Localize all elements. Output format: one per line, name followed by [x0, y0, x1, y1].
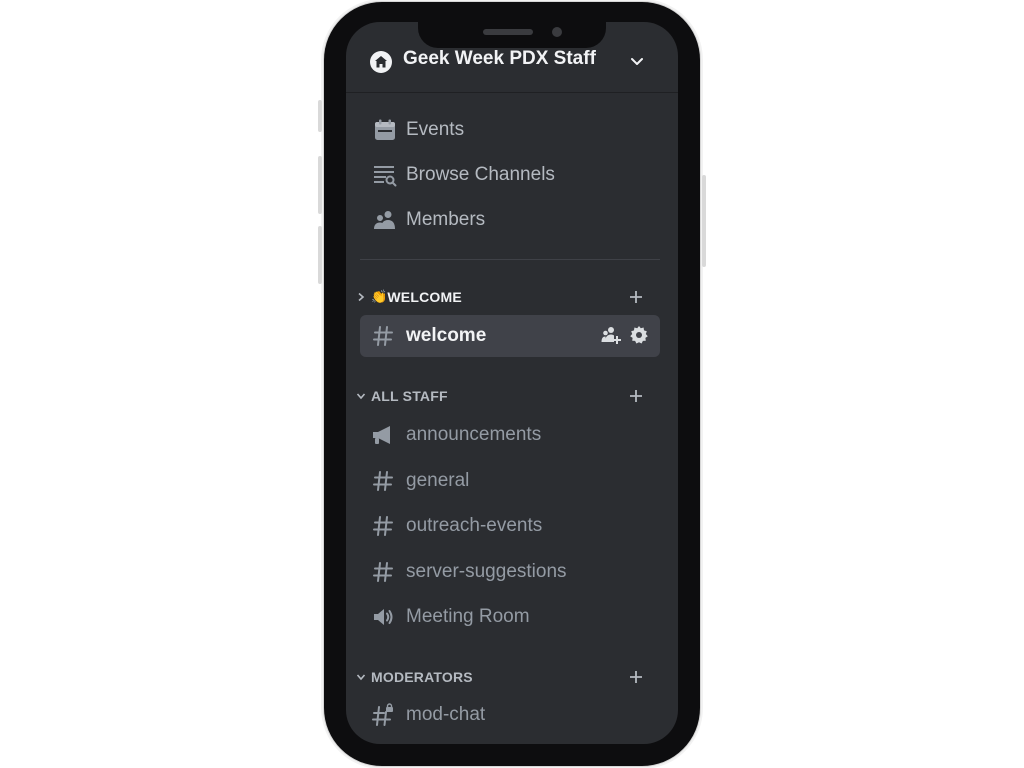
channel-meeting-room[interactable]: Meeting Room	[360, 596, 660, 638]
category-label-all-staff: ALL STAFF	[371, 388, 448, 404]
chevron-down-icon[interactable]	[626, 50, 648, 72]
add-channel-all-staff-button[interactable]	[626, 386, 646, 406]
nav-label-events: Events	[406, 119, 465, 140]
server-icon	[370, 51, 392, 73]
nav-label-members: Members	[406, 209, 486, 230]
nav-item-browse-channels[interactable]: Browse Channels	[372, 160, 555, 190]
channel-outreach-events[interactable]: outreach-events	[360, 505, 660, 547]
category-label-moderators: MODERATORS	[371, 669, 473, 685]
channel-general[interactable]: general	[360, 460, 660, 502]
gear-icon[interactable]	[628, 324, 650, 346]
clapping-hands-emoji: 👏	[371, 289, 388, 304]
browse-channels-icon	[372, 162, 398, 188]
nav-item-events[interactable]: Events	[372, 115, 464, 145]
add-channel-welcome-button[interactable]	[626, 287, 646, 307]
phone-camera	[552, 27, 562, 37]
phone-notch	[418, 18, 606, 48]
locked-hash-icon	[370, 702, 396, 728]
invite-members-icon[interactable]	[600, 324, 622, 346]
channel-announcements[interactable]: announcements	[360, 414, 660, 456]
server-name: Geek Week PDX Staff	[403, 48, 596, 69]
phone-silent-switch	[318, 100, 322, 132]
channel-welcome[interactable]: welcome	[360, 315, 660, 357]
channel-label-announcements: announcements	[406, 424, 542, 445]
server-header[interactable]: Geek Week PDX Staff	[346, 42, 678, 93]
channel-label-outreach-events: outreach-events	[406, 515, 543, 536]
nav-item-members[interactable]: Members	[372, 205, 485, 235]
divider	[360, 259, 660, 260]
channel-mod-chat[interactable]: mod-chat	[360, 694, 660, 736]
add-channel-moderators-button[interactable]	[626, 667, 646, 687]
phone-volume-up-button	[318, 156, 322, 214]
category-moderators[interactable]: MODERATORS	[354, 667, 473, 687]
phone-volume-down-button	[318, 226, 322, 284]
megaphone-icon	[370, 422, 396, 448]
hash-icon	[370, 468, 396, 494]
chevron-right-icon	[354, 292, 368, 302]
chevron-down-icon	[354, 391, 368, 401]
hash-icon	[370, 559, 396, 585]
hash-icon	[370, 323, 396, 349]
speaker-icon	[370, 604, 396, 630]
calendar-icon	[372, 117, 398, 143]
channel-label-mod-chat: mod-chat	[406, 704, 486, 725]
chevron-down-icon	[354, 672, 368, 682]
phone-speaker	[483, 29, 533, 35]
channel-label-general: general	[406, 470, 470, 491]
members-icon	[372, 207, 398, 233]
channel-label-server-suggestions: server-suggestions	[406, 561, 567, 582]
channel-label-welcome: welcome	[406, 325, 487, 346]
category-all-staff[interactable]: ALL STAFF	[354, 386, 448, 406]
channel-server-suggestions[interactable]: server-suggestions	[360, 551, 660, 593]
phone-power-button	[702, 175, 706, 267]
hash-icon	[370, 513, 396, 539]
category-welcome[interactable]: 👏 WELCOME	[354, 287, 462, 307]
category-label-welcome: WELCOME	[387, 289, 462, 305]
nav-label-browse-channels: Browse Channels	[406, 164, 555, 185]
channel-label-meeting-room: Meeting Room	[406, 606, 530, 627]
channel-sidebar: Geek Week PDX Staff Events Browse Channe…	[346, 22, 678, 744]
